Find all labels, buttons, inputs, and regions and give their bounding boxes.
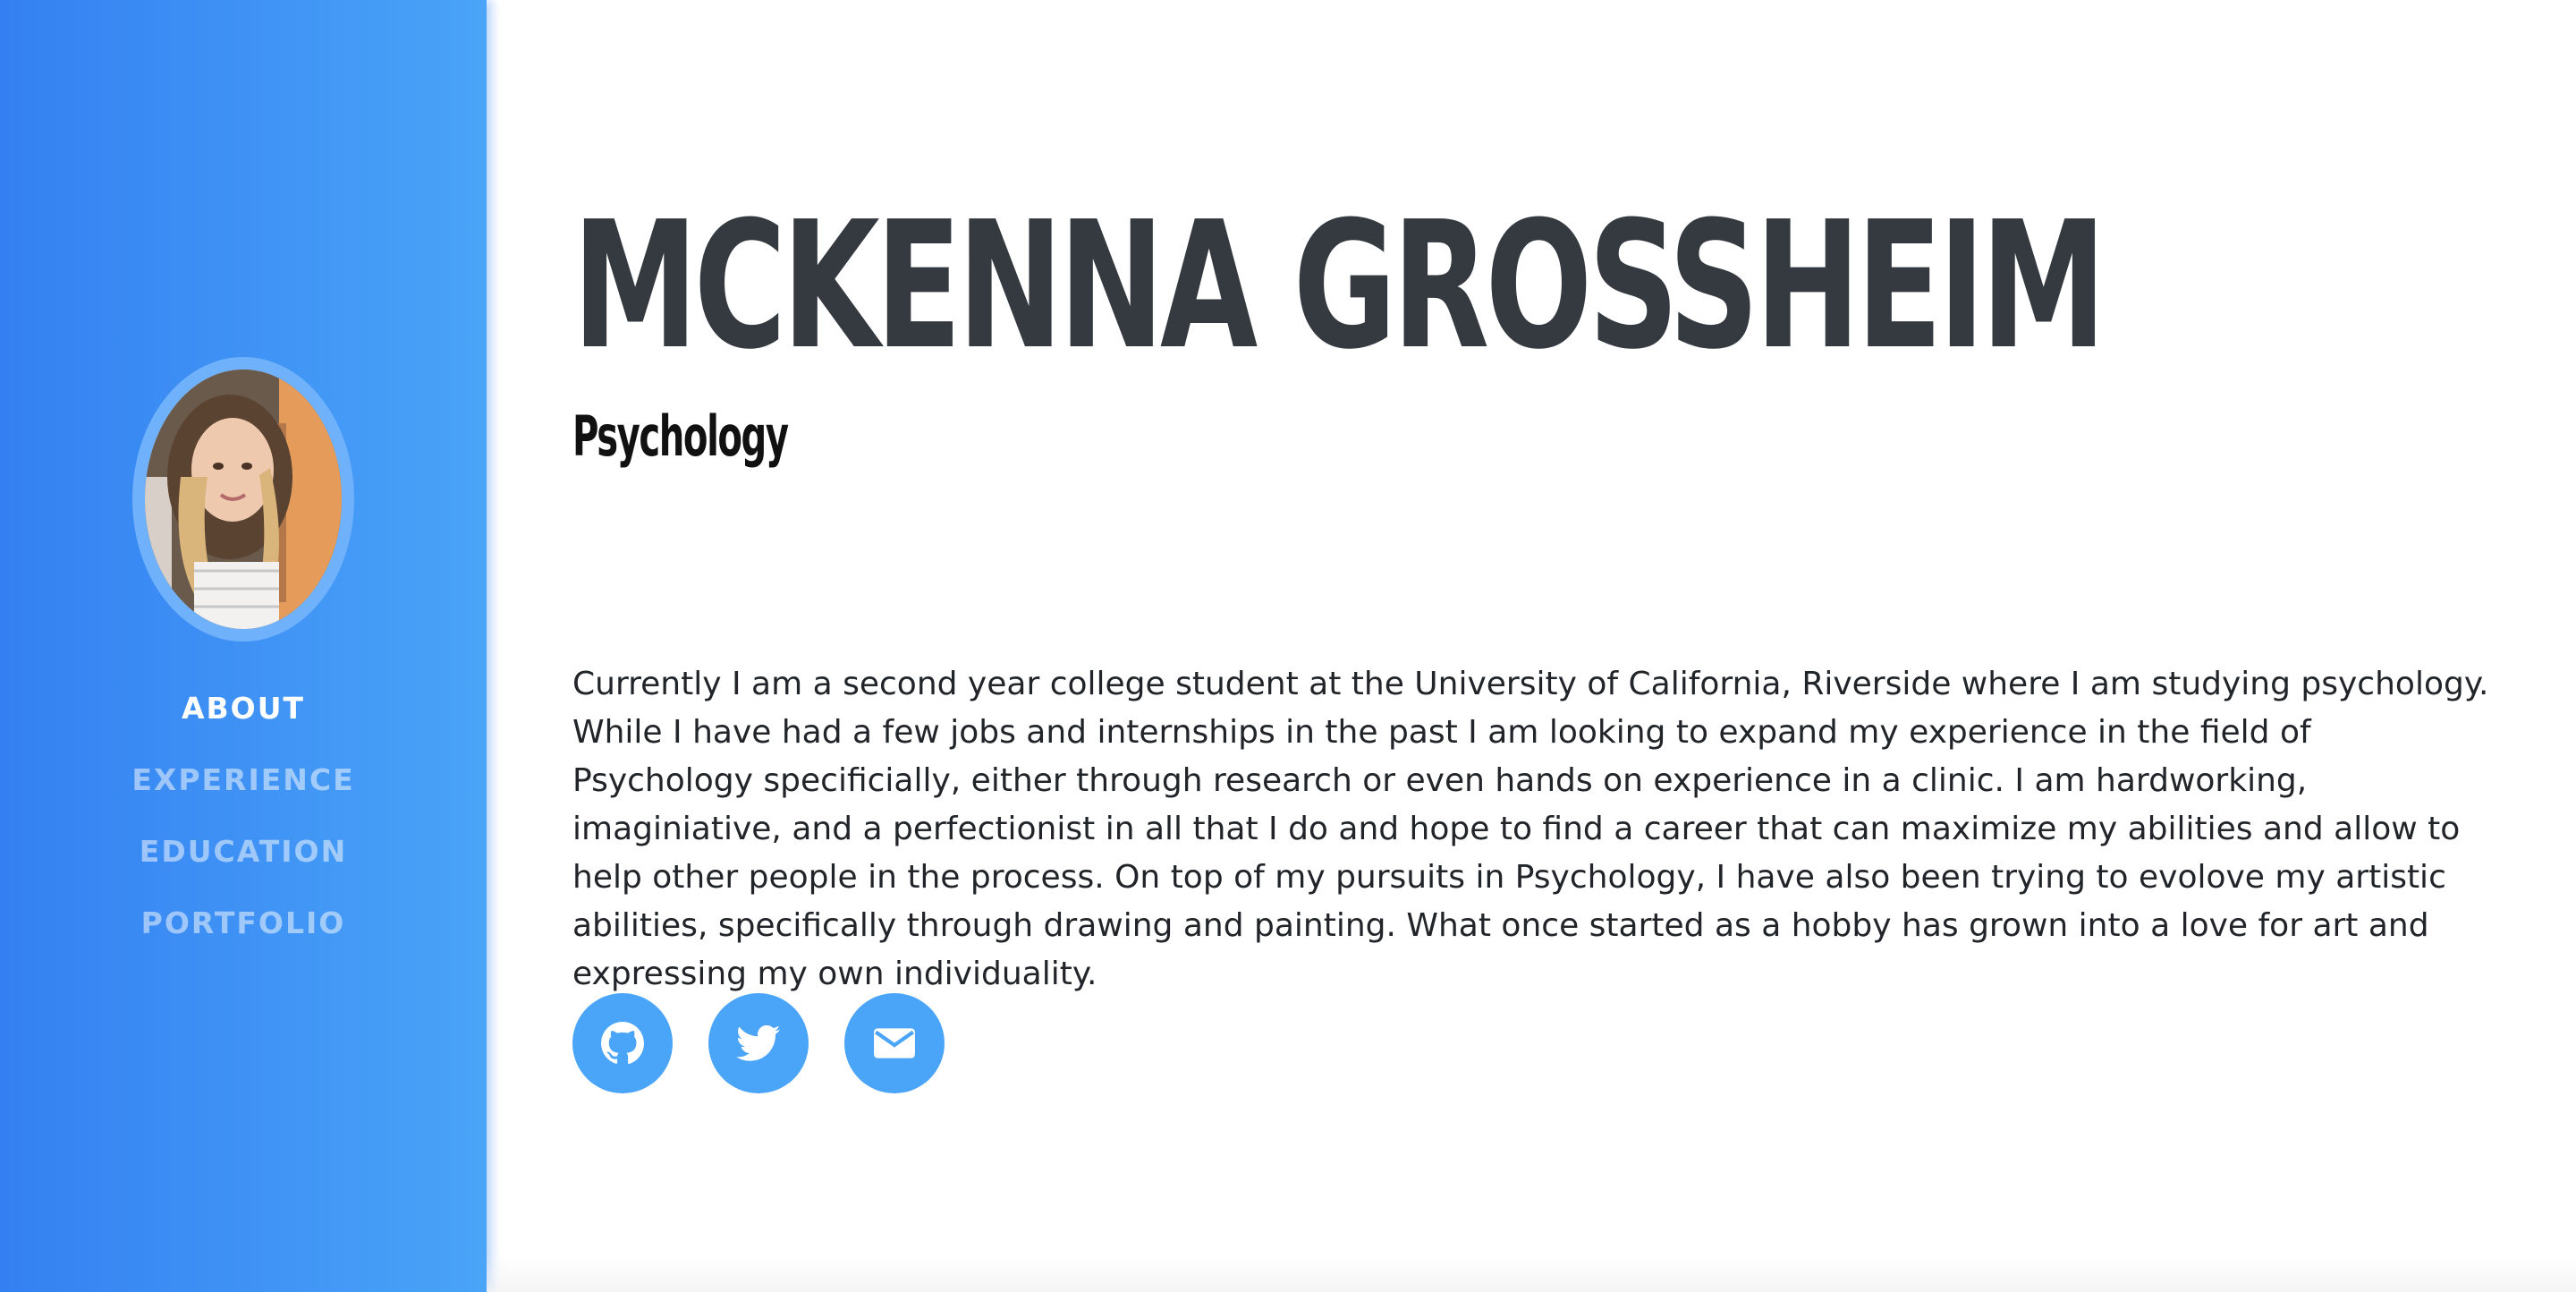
sidebar-item-portfolio[interactable]: PORTFOLIO — [0, 898, 487, 970]
avatar-ring — [132, 357, 354, 642]
avatar — [145, 370, 342, 629]
sidebar-item-about[interactable]: ABOUT — [0, 684, 487, 755]
social-links — [572, 993, 945, 1093]
email-button[interactable] — [844, 993, 945, 1093]
page-title: MCKENNA GROSSHEIM — [572, 184, 2106, 388]
sidebar: ABOUT EXPERIENCE EDUCATION PORTFOLIO — [0, 0, 487, 1292]
page-subtitle: Psychology — [572, 404, 789, 469]
github-button[interactable] — [572, 993, 673, 1093]
sidebar-item-education[interactable]: EDUCATION — [0, 827, 487, 898]
bio-text: Currently I am a second year college stu… — [572, 666, 2489, 992]
github-icon — [601, 1022, 644, 1065]
twitter-button[interactable] — [708, 993, 809, 1093]
envelope-icon — [874, 1028, 915, 1058]
twitter-icon — [736, 1024, 781, 1061]
sidebar-nav: ABOUT EXPERIENCE EDUCATION PORTFOLIO — [0, 684, 487, 970]
sidebar-item-experience[interactable]: EXPERIENCE — [0, 755, 487, 827]
bottom-fade — [487, 1256, 2576, 1292]
profile-photo — [145, 370, 342, 629]
